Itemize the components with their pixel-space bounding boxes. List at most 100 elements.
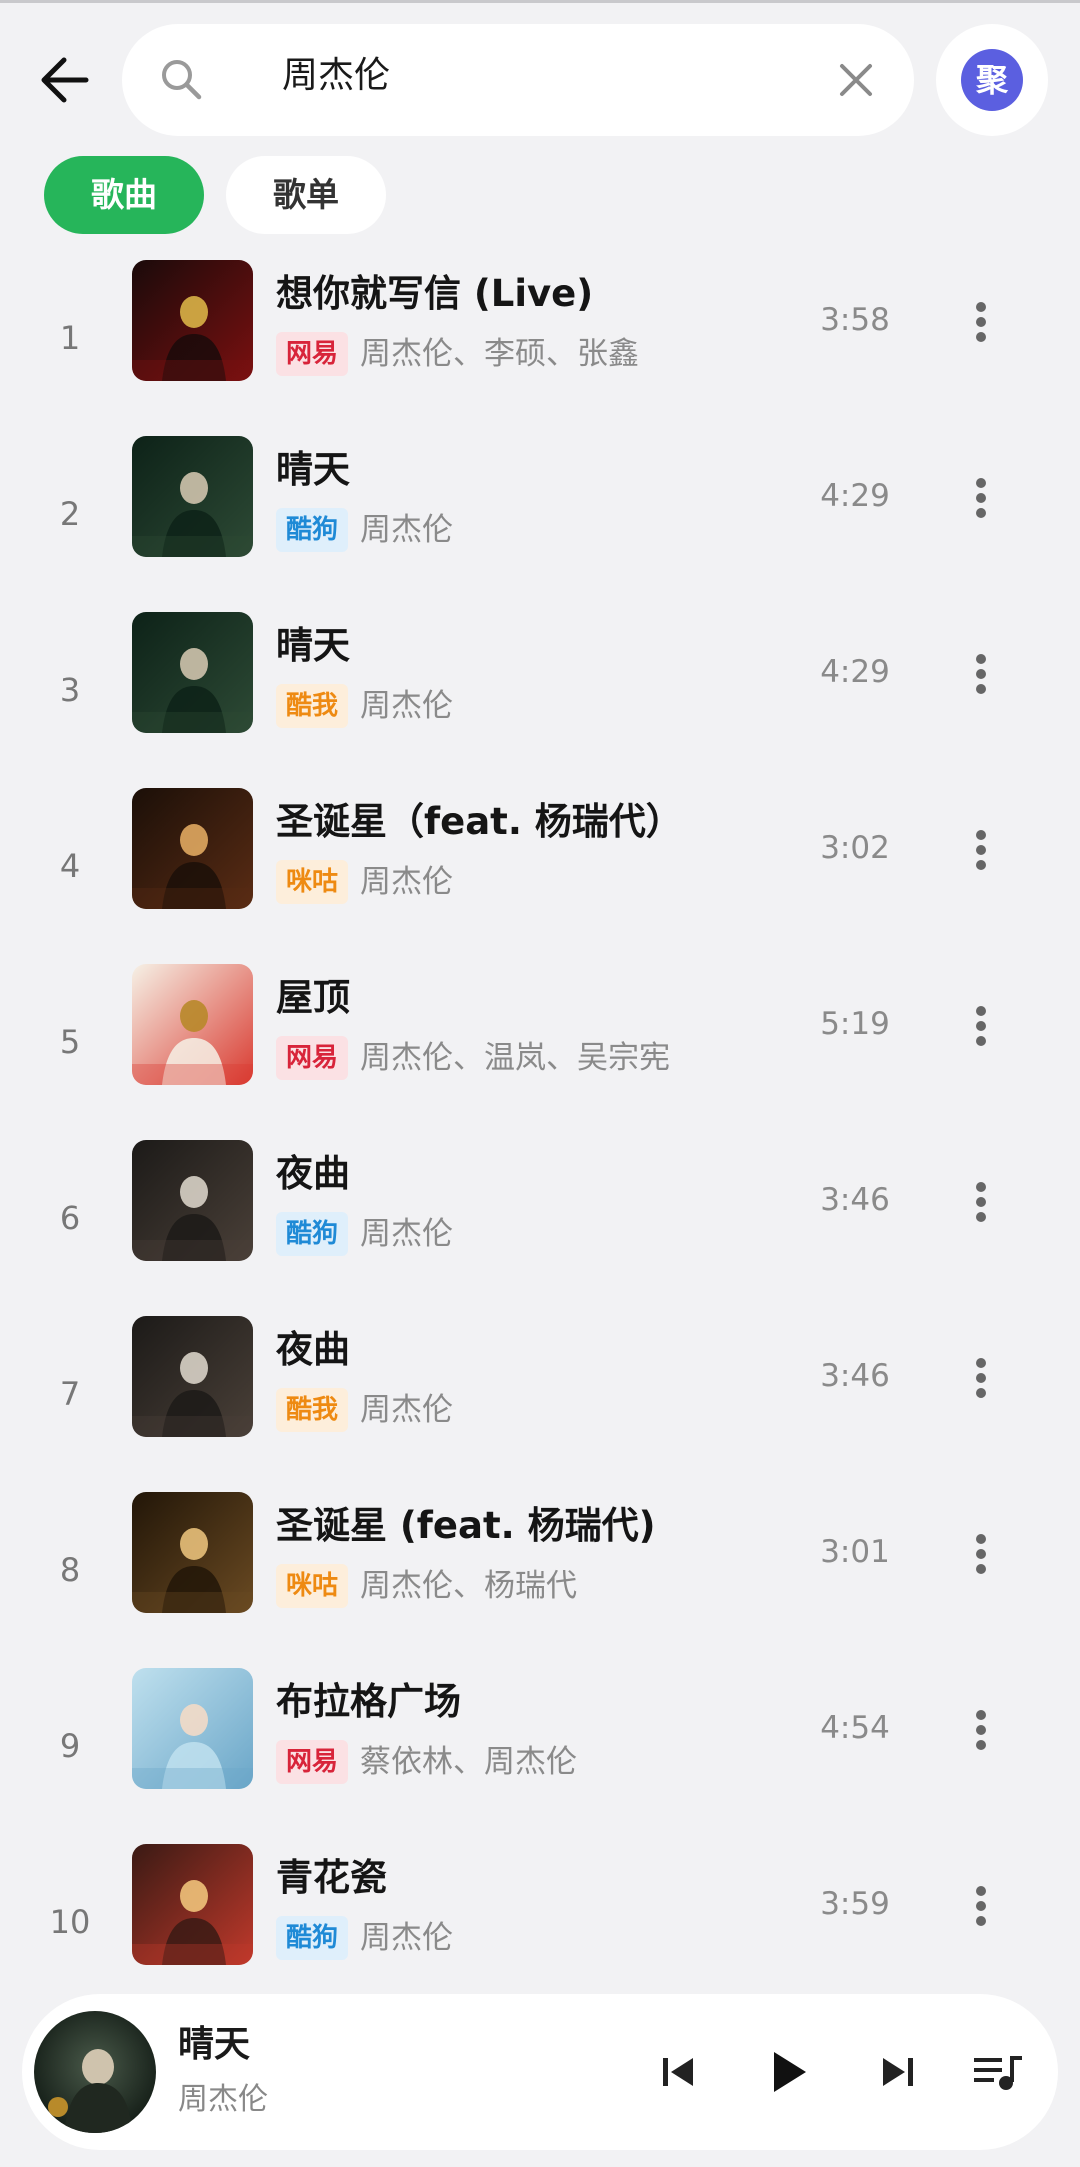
album-cover	[132, 1668, 253, 1789]
more-vertical-icon	[976, 1006, 986, 1016]
source-badge: 酷我	[276, 1388, 349, 1432]
song-row[interactable]: 9 布拉格广场 网易 蔡依林、周杰伦 4:54	[0, 1658, 1080, 1834]
search-input[interactable]: 周杰伦	[282, 50, 390, 102]
next-button[interactable]	[868, 2042, 928, 2102]
song-meta: 网易 周杰伦、李硕、张鑫	[276, 332, 639, 378]
more-options-button[interactable]	[956, 466, 1006, 530]
more-options-button[interactable]	[956, 1346, 1006, 1410]
song-duration: 3:01	[820, 1534, 890, 1570]
skip-next-icon	[883, 2058, 913, 2086]
more-vertical-icon	[976, 1534, 986, 1544]
song-title: 青花瓷	[276, 1856, 387, 1899]
source-badge: 酷狗	[276, 1212, 349, 1256]
album-cover	[132, 1844, 253, 1965]
more-options-button[interactable]	[956, 818, 1006, 882]
mini-player[interactable]: 晴天 周杰伦	[22, 1994, 1058, 2150]
skip-previous-icon	[663, 2058, 693, 2086]
album-cover-image	[132, 612, 253, 733]
more-vertical-icon	[976, 1182, 986, 1192]
song-index: 4	[59, 847, 81, 885]
song-row[interactable]: 4 圣诞星（feat. 杨瑞代） 咪咕 周杰伦 3:02	[0, 778, 1080, 954]
more-options-button[interactable]	[956, 1522, 1006, 1586]
song-row[interactable]: 5 屋顶 网易 周杰伦、温岚、吴宗宪 5:19	[0, 954, 1080, 1130]
album-cover-image	[132, 788, 253, 909]
song-artists: 周杰伦	[360, 1920, 454, 1956]
song-duration: 3:46	[820, 1358, 890, 1394]
song-artists: 蔡依林、周杰伦	[360, 1744, 578, 1780]
song-artists: 周杰伦	[360, 1392, 454, 1428]
clear-search-button[interactable]	[834, 58, 878, 102]
song-meta: 酷狗 周杰伦	[276, 1916, 453, 1962]
more-options-button[interactable]	[956, 994, 1006, 1058]
now-playing-cover[interactable]	[34, 2011, 156, 2133]
song-artists: 周杰伦、杨瑞代	[360, 1568, 578, 1604]
song-meta: 网易 周杰伦、温岚、吴宗宪	[276, 1036, 670, 1082]
search-icon	[156, 54, 206, 104]
song-duration: 3:59	[820, 1886, 890, 1922]
more-options-button[interactable]	[956, 1698, 1006, 1762]
song-index: 1	[59, 319, 81, 357]
status-divider	[0, 0, 1080, 3]
song-title: 晴天	[276, 624, 350, 667]
tab-songs[interactable]: 歌曲	[44, 156, 204, 234]
song-duration: 4:29	[820, 478, 890, 514]
album-cover	[132, 260, 253, 381]
song-index: 9	[59, 1727, 81, 1765]
song-row[interactable]: 6 夜曲 酷狗 周杰伦 3:46	[0, 1130, 1080, 1306]
more-options-button[interactable]	[956, 1874, 1006, 1938]
song-index: 5	[59, 1023, 81, 1061]
song-title: 圣诞星 (feat. 杨瑞代)	[276, 1504, 656, 1547]
tab-playlists[interactable]: 歌单	[226, 156, 386, 234]
song-duration: 4:29	[820, 654, 890, 690]
previous-button[interactable]	[648, 2042, 708, 2102]
song-index: 7	[59, 1375, 81, 1413]
song-duration: 5:19	[820, 1006, 890, 1042]
album-cover	[132, 1316, 253, 1437]
more-options-button[interactable]	[956, 642, 1006, 706]
aggregate-source-button[interactable]: 聚	[936, 24, 1048, 136]
song-row[interactable]: 3 晴天 酷我 周杰伦 4:29	[0, 602, 1080, 778]
song-meta: 酷狗 周杰伦	[276, 508, 453, 554]
song-index: 2	[59, 495, 81, 533]
album-cover	[132, 1492, 253, 1613]
song-title: 晴天	[276, 448, 350, 491]
song-index: 6	[59, 1199, 81, 1237]
more-options-button[interactable]	[956, 290, 1006, 354]
song-row[interactable]: 2 晴天 酷狗 周杰伦 4:29	[0, 426, 1080, 602]
source-badge: 酷狗	[276, 1916, 349, 1960]
song-duration: 3:46	[820, 1182, 890, 1218]
song-row[interactable]: 7 夜曲 酷我 周杰伦 3:46	[0, 1306, 1080, 1482]
song-duration: 4:54	[820, 1710, 890, 1746]
playlist-queue-button[interactable]	[968, 2042, 1028, 2102]
song-meta: 酷我 周杰伦	[276, 684, 453, 730]
song-title: 布拉格广场	[276, 1680, 461, 1723]
song-row[interactable]: 10 青花瓷 酷狗 周杰伦 3:59	[0, 1834, 1080, 2010]
more-vertical-icon	[976, 654, 986, 664]
song-row[interactable]: 8 圣诞星 (feat. 杨瑞代) 咪咕 周杰伦、杨瑞代 3:01	[0, 1482, 1080, 1658]
song-index: 10	[49, 1903, 91, 1941]
song-duration: 3:02	[820, 830, 890, 866]
song-artists: 周杰伦、李硕、张鑫	[360, 336, 640, 372]
source-badge: 网易	[276, 1740, 349, 1784]
song-index: 8	[59, 1551, 81, 1589]
song-title: 夜曲	[276, 1152, 350, 1195]
close-icon	[840, 64, 872, 96]
album-cover-image	[132, 1844, 253, 1965]
song-index: 3	[59, 671, 81, 709]
arrow-left-icon	[41, 57, 89, 103]
back-button[interactable]	[36, 52, 96, 108]
song-row[interactable]: 1 想你就写信 (Live) 网易 周杰伦、李硕、张鑫 3:58	[0, 250, 1080, 426]
avatar: 聚	[961, 49, 1023, 111]
song-artists: 周杰伦	[360, 512, 454, 548]
album-cover	[132, 964, 253, 1085]
source-badge: 酷我	[276, 684, 349, 728]
play-button[interactable]	[758, 2042, 818, 2102]
queue-music-icon	[974, 2056, 1022, 2090]
search-bar[interactable]: 周杰伦	[122, 24, 914, 136]
album-cover-image	[132, 964, 253, 1085]
album-cover	[132, 1140, 253, 1261]
more-vertical-icon	[976, 302, 986, 312]
song-title: 圣诞星（feat. 杨瑞代）	[276, 800, 683, 843]
more-options-button[interactable]	[956, 1170, 1006, 1234]
album-cover-image	[132, 1140, 253, 1261]
